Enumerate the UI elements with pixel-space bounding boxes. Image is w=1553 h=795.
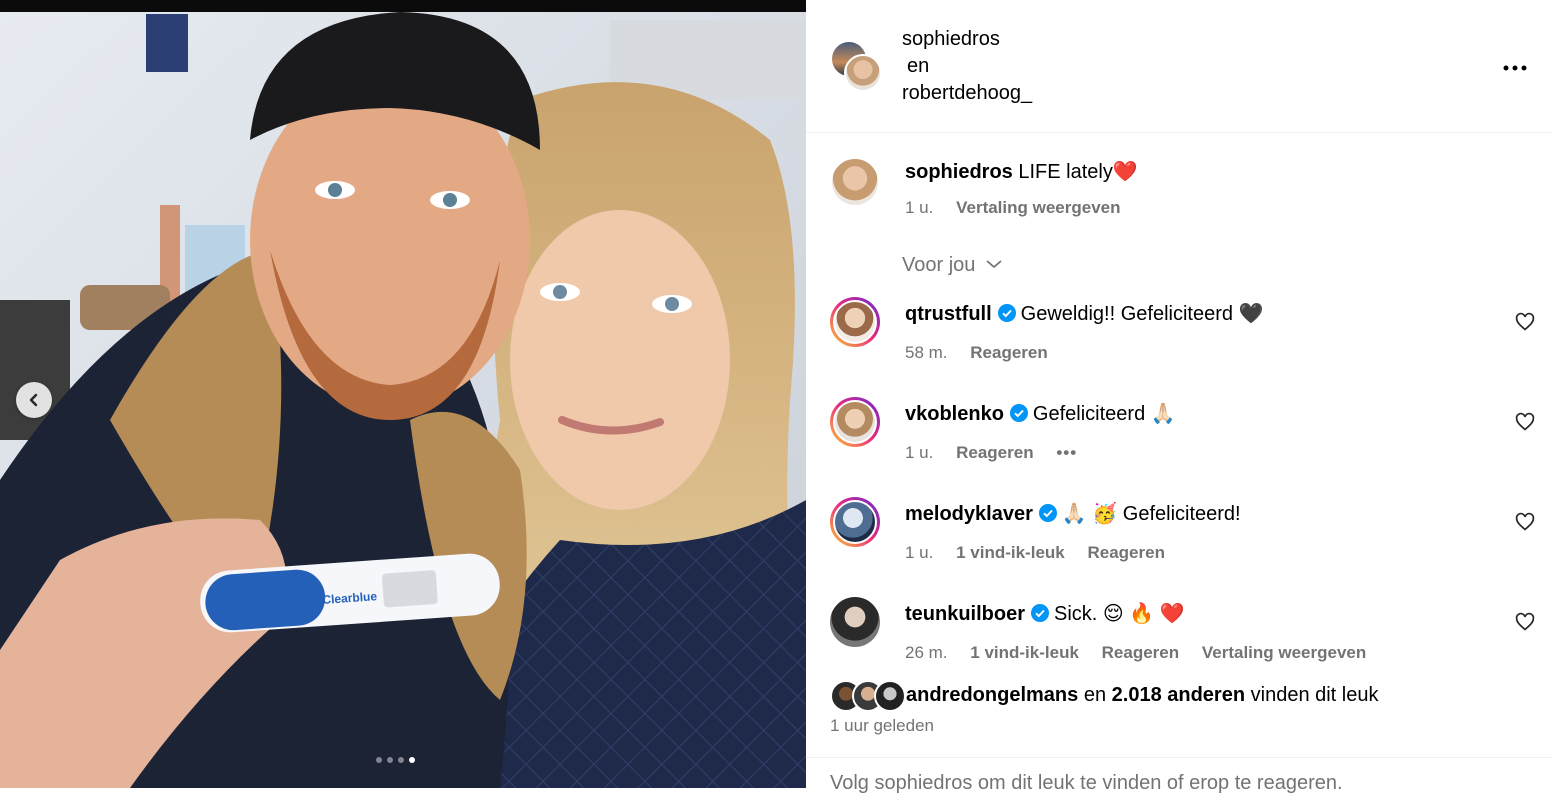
post-image: Clearblue: [0, 0, 806, 788]
caption-username[interactable]: sophiedros: [905, 161, 1013, 183]
caption-text: LIFE lately: [1018, 161, 1113, 183]
liker-username[interactable]: andredongelmans: [906, 684, 1078, 706]
comment-text: Sick. 😌 🔥 ❤️: [1054, 603, 1185, 625]
comment-likes[interactable]: 1 vind-ik-leuk: [956, 543, 1065, 562]
reply-button[interactable]: Reageren: [1087, 543, 1164, 562]
post-timestamp[interactable]: 1 uur geleden: [830, 716, 934, 736]
carousel-dot-active: [409, 757, 415, 763]
comment-username[interactable]: teunkuilboer: [905, 603, 1025, 625]
like-comment-heart-icon[interactable]: [1515, 612, 1535, 632]
comment-time[interactable]: 58 m.: [905, 343, 948, 362]
comment-text: 🙏🏻 🥳 Gefeliciteerd!: [1061, 503, 1241, 525]
heart-emoji: ❤️: [1112, 161, 1138, 183]
avatar[interactable]: [830, 297, 880, 347]
caption: sophiedros LIFE lately❤️: [905, 158, 1138, 186]
like-comment-heart-icon[interactable]: [1515, 312, 1535, 332]
author-link[interactable]: sophiedros: [902, 26, 1032, 53]
verified-badge-icon: [1038, 504, 1057, 522]
comment-username[interactable]: vkoblenko: [905, 403, 1004, 425]
login-prompt: Volg sophiedros om dit leuk te vinden of…: [806, 757, 1553, 794]
post-side-panel: sophiedros en robertdehoog_ sophiedros L…: [806, 0, 1553, 794]
comment-options-button[interactable]: •••: [1056, 443, 1077, 462]
reply-button[interactable]: Reageren: [1102, 643, 1179, 662]
carousel-dot: [398, 757, 404, 763]
more-horizontal-icon: [1503, 65, 1527, 71]
comment-time[interactable]: 1 u.: [905, 543, 933, 562]
comment-text: Geweldig!! Gefeliciteerd 🖤: [1020, 303, 1264, 325]
translate-link[interactable]: Vertaling weergeven: [1202, 643, 1366, 662]
carousel-prev-button[interactable]: [16, 382, 52, 418]
likes-count[interactable]: 2.018 anderen: [1112, 684, 1245, 706]
likes-conjunction: en: [1083, 684, 1107, 706]
verified-badge-icon: [1031, 604, 1050, 622]
caption-time[interactable]: 1 u.: [905, 198, 933, 217]
comment-meta: 26 m. 1 vind-ik-leuk Reageren Vertaling …: [905, 643, 1384, 663]
verified-badge-icon: [997, 304, 1016, 322]
comments-filter[interactable]: Voor jou: [902, 254, 1003, 277]
carousel-dots: [376, 757, 415, 763]
login-prompt-text: Volg sophiedros om dit leuk te vinden of…: [830, 772, 1343, 794]
like-comment-heart-icon[interactable]: [1515, 512, 1535, 532]
reply-button[interactable]: Reageren: [956, 443, 1033, 462]
likes-summary: andredongelmans en 2.018 anderen vinden …: [906, 684, 1379, 707]
post-photo: Clearblue: [0, 0, 806, 788]
carousel-dot: [387, 757, 393, 763]
comment-username[interactable]: melodyklaver: [905, 503, 1033, 525]
chevron-down-icon: [986, 260, 1002, 269]
avatar[interactable]: [830, 157, 880, 207]
avatar[interactable]: [844, 54, 882, 92]
comment-meta: 1 u. 1 vind-ik-leuk Reageren: [905, 543, 1183, 563]
comment-meta: 1 u. Reageren •••: [905, 443, 1095, 463]
avatar[interactable]: [830, 497, 880, 547]
comment-row: vkoblenko Gefeliciteerd 🙏🏻: [905, 400, 1176, 428]
likes-tail: vinden dit leuk: [1250, 684, 1379, 706]
comment-row: qtrustfull Geweldig!! Gefeliciteerd 🖤: [905, 300, 1263, 328]
comment-time[interactable]: 26 m.: [905, 643, 948, 662]
avatar[interactable]: [830, 597, 880, 647]
comment-row: melodyklaver 🙏🏻 🥳 Gefeliciteerd!: [905, 500, 1241, 528]
comment-meta: 58 m. Reageren: [905, 343, 1066, 363]
comments-filter-label: Voor jou: [902, 254, 976, 276]
post-authors: sophiedros en robertdehoog_: [902, 26, 1032, 107]
avatar: [874, 680, 906, 712]
comment-text: Gefeliciteerd 🙏🏻: [1032, 403, 1176, 425]
comment-row: teunkuilboer Sick. 😌 🔥 ❤️: [905, 600, 1185, 628]
like-comment-heart-icon[interactable]: [1515, 412, 1535, 432]
post-header: sophiedros en robertdehoog_: [806, 0, 1553, 133]
author-link[interactable]: robertdehoog_: [902, 80, 1032, 107]
translate-link[interactable]: Vertaling weergeven: [956, 198, 1120, 217]
comment-likes[interactable]: 1 vind-ik-leuk: [970, 643, 1079, 662]
reply-button[interactable]: Reageren: [970, 343, 1047, 362]
caption-meta: 1 u. Vertaling weergeven: [905, 198, 1139, 218]
avatar[interactable]: [830, 397, 880, 447]
comment-username[interactable]: qtrustfull: [905, 303, 992, 325]
comment-time[interactable]: 1 u.: [905, 443, 933, 462]
verified-badge-icon: [1009, 404, 1028, 422]
carousel-dot: [376, 757, 382, 763]
more-options-button[interactable]: [1503, 56, 1527, 72]
chevron-left-icon: [29, 393, 38, 407]
authors-conjunction: en: [907, 55, 930, 77]
